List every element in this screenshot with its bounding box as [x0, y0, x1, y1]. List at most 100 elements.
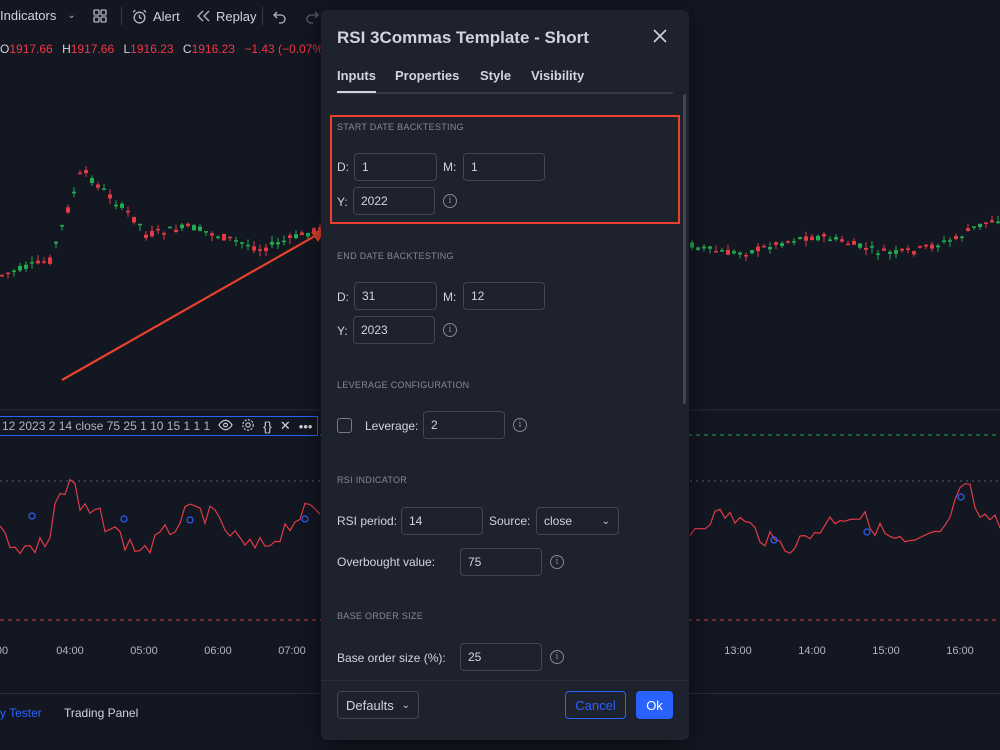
candle-body [204, 231, 208, 233]
candle-body [78, 172, 82, 175]
close-value: 1916.23 [191, 42, 235, 56]
candle-body [732, 251, 736, 254]
rsi-line-left [0, 478, 321, 555]
defaults-button[interactable]: Defaults ⌄ [337, 691, 419, 719]
start-day-input[interactable] [354, 153, 437, 181]
source-value: close [544, 514, 573, 528]
candle-body [216, 236, 220, 239]
candle-body [726, 249, 730, 255]
source-select[interactable]: close ⌄ [536, 507, 619, 535]
cancel-button[interactable]: Cancel [565, 691, 626, 719]
indicator-legend-row[interactable]: 12 2023 2 14 close 75 25 1 10 15 1 1 1 {… [0, 416, 318, 436]
app: Indicators ⌄ Alert Replay O1917.66 H1917… [0, 0, 1000, 750]
candle-body [708, 246, 712, 249]
settings-gear-icon[interactable] [241, 418, 255, 435]
chevron-down-icon: ⌄ [401, 699, 410, 711]
end-year-input[interactable] [353, 316, 435, 344]
base-order-label: Base order size (%): [337, 651, 446, 665]
candle-body [174, 229, 178, 233]
candle-body [258, 249, 262, 251]
candle-body [762, 245, 766, 248]
rsi-period-label: RSI period: [337, 514, 398, 528]
time-tick: 14:00 [798, 645, 826, 657]
start-month-input[interactable] [463, 153, 545, 181]
candle-body [126, 210, 130, 213]
remove-icon[interactable]: ✕ [280, 418, 291, 434]
candle-body [834, 237, 838, 240]
candle-body [984, 222, 988, 224]
candle-body [42, 261, 46, 263]
redo-button[interactable] [304, 8, 320, 24]
tab-properties[interactable]: Properties [395, 68, 459, 83]
tab-inputs[interactable]: Inputs [337, 68, 376, 93]
candle-body [828, 239, 832, 242]
replay-button[interactable]: Replay [195, 8, 256, 24]
candle-body [702, 246, 706, 249]
candle-body [108, 194, 112, 199]
alert-button[interactable]: Alert [131, 8, 180, 25]
time-tick: 13:00 [724, 645, 752, 657]
candle-body [30, 262, 34, 264]
candle-body [996, 221, 1000, 224]
info-icon[interactable]: i [550, 555, 564, 569]
eye-icon[interactable] [218, 419, 233, 434]
rsi-period-input[interactable] [401, 507, 483, 535]
candle-body [288, 235, 292, 238]
candle-body [972, 226, 976, 228]
candle-body [294, 234, 298, 239]
candle-body [924, 244, 928, 247]
ok-button[interactable]: Ok [636, 691, 673, 719]
end-day-input[interactable] [354, 282, 437, 310]
layouts-button[interactable] [92, 8, 108, 24]
overbought-label: Overbought value: [337, 555, 436, 569]
candle-body [960, 236, 964, 239]
trading-panel-tab[interactable]: Trading Panel [64, 706, 138, 720]
open-value: 1917.66 [9, 42, 53, 56]
toolbar-divider [262, 7, 263, 25]
more-icon[interactable]: ••• [299, 419, 313, 434]
candle-body [180, 224, 184, 229]
candle-body [864, 247, 868, 250]
start-day-label: D: [337, 160, 349, 174]
grid-icon [93, 9, 107, 23]
candle-body [738, 252, 742, 255]
info-icon[interactable]: i [550, 650, 564, 664]
candle-body [966, 228, 970, 231]
undo-button[interactable] [272, 8, 288, 24]
high-value: 1917.66 [70, 42, 115, 56]
candle-body [690, 242, 694, 248]
close-icon [653, 29, 667, 43]
base-order-input[interactable] [460, 643, 542, 671]
leverage-input[interactable] [423, 411, 505, 439]
candle-body [162, 232, 166, 235]
candle-body [264, 247, 268, 252]
undo-icon [273, 11, 286, 24]
candle-body [906, 248, 910, 251]
info-icon[interactable]: i [443, 194, 457, 208]
candle-body [156, 228, 160, 231]
indicators-button[interactable]: Indicators ⌄ [0, 8, 76, 23]
candle-body [150, 230, 154, 237]
open-key: O [0, 42, 10, 56]
start-year-input[interactable] [353, 187, 435, 215]
toolbar-divider [121, 7, 122, 25]
time-tick: 00 [0, 645, 9, 657]
overbought-input[interactable] [460, 548, 542, 576]
tab-style[interactable]: Style [480, 68, 511, 83]
info-icon[interactable]: i [513, 418, 527, 432]
close-button[interactable] [652, 28, 672, 48]
end-month-input[interactable] [463, 282, 545, 310]
candle-body [282, 240, 286, 243]
candle-body [54, 241, 58, 244]
strategy-tester-tab[interactable]: y Tester [0, 706, 42, 720]
replay-label: Replay [216, 8, 257, 24]
candle-body [900, 248, 904, 251]
leverage-checkbox[interactable] [337, 418, 352, 433]
candle-body [870, 246, 874, 248]
dialog-scrollbar[interactable] [683, 94, 686, 404]
change-value: −1.43 (−0.07%) [244, 42, 328, 56]
candle-body [792, 241, 796, 243]
source-code-icon[interactable]: {} [263, 419, 272, 434]
tab-visibility[interactable]: Visibility [531, 68, 584, 83]
info-icon[interactable]: i [443, 323, 457, 337]
